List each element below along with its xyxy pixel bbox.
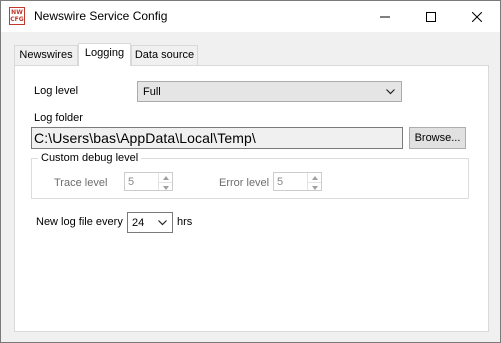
chevron-up-icon (311, 175, 318, 180)
app-icon-line-1: NW (11, 9, 23, 16)
trace-level-value: 5 (128, 176, 135, 188)
trace-level-down-button[interactable] (159, 182, 172, 192)
chevron-down-icon (162, 185, 169, 190)
minimize-button[interactable] (362, 1, 408, 32)
chevron-down-icon (386, 89, 395, 95)
tab-newswires[interactable]: Newswires (14, 45, 78, 65)
app-icon: NW CFG (9, 7, 25, 25)
browse-button[interactable]: Browse... (409, 127, 466, 149)
hrs-label: hrs (177, 216, 193, 228)
error-level-down-button[interactable] (308, 182, 321, 192)
new-log-file-dropdown[interactable]: 24 (127, 212, 173, 233)
error-level-spin-buttons (307, 173, 321, 190)
minimize-icon (380, 16, 390, 17)
error-level-value: 5 (277, 176, 284, 188)
log-folder-value: C:\Users\bas\AppData\Local\Temp\ (34, 130, 256, 146)
app-icon-line-2: CFG (10, 16, 24, 23)
tab-data-source[interactable]: Data source (131, 45, 198, 65)
error-level-up-button[interactable] (308, 173, 321, 182)
close-button[interactable] (454, 1, 500, 32)
chevron-down-icon (158, 220, 167, 226)
log-level-value: Full (143, 86, 161, 98)
log-folder-label: Log folder (34, 112, 83, 124)
new-log-file-label: New log file every (36, 216, 123, 228)
window-title: Newswire Service Config (34, 9, 168, 23)
maximize-button[interactable] (408, 1, 454, 32)
trace-level-label: Trace level (54, 177, 108, 189)
trace-level-up-button[interactable] (159, 173, 172, 182)
maximize-icon (426, 11, 436, 22)
log-folder-field[interactable]: C:\Users\bas\AppData\Local\Temp\ (31, 127, 403, 149)
chevron-up-icon (162, 175, 169, 180)
tab-logging[interactable]: Logging (78, 43, 131, 66)
log-level-label: Log level (34, 85, 79, 97)
log-level-dropdown[interactable]: Full (137, 81, 402, 102)
trace-level-spin-buttons (158, 173, 172, 190)
app-window: NW CFG Newswire Service Config Newswires… (0, 0, 501, 343)
title-bar: NW CFG Newswire Service Config (1, 1, 500, 32)
close-icon (472, 11, 482, 22)
chevron-down-icon (311, 185, 318, 190)
new-log-file-value: 24 (132, 217, 145, 229)
error-level-label: Error level (219, 177, 270, 189)
trace-level-stepper[interactable]: 5 (124, 172, 173, 191)
error-level-stepper[interactable]: 5 (273, 172, 322, 191)
custom-debug-title: Custom debug level (38, 152, 142, 164)
